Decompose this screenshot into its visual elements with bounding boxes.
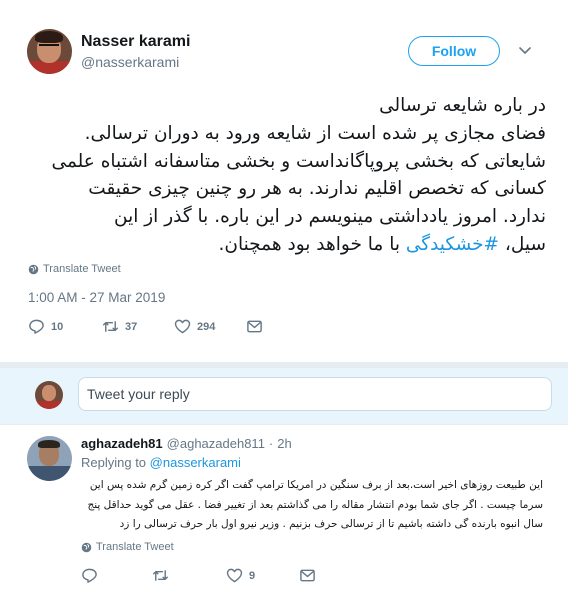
like-action[interactable]: 294 [174,318,215,335]
reply-text: این طبیعت روزهای اخیر است.بعد از برف سنگ… [87,479,543,531]
reply-tweet[interactable]: aghazadeh81 @aghazadeh811 · 2h Replying … [0,425,568,594]
reply-retweet-action[interactable] [152,567,175,584]
hashtag-link[interactable]: #خشکیدگی [406,234,499,255]
reply-icon [82,568,97,583]
tweet-text-end: با ما خواهد بود همچنان. [218,233,406,255]
reply-like-action[interactable]: 9 [226,567,255,584]
reply-input[interactable]: Tweet your reply [78,377,552,411]
author-name[interactable]: Nasser karami [81,33,190,51]
reply-count: 10 [51,320,64,333]
retweet-count: 37 [125,320,138,333]
reply-reply-action[interactable] [81,567,104,584]
chevron-down-icon[interactable] [517,44,533,58]
main-tweet: Nasser karami @nasserkarami Follow در با… [0,0,568,362]
retweet-icon [152,570,169,581]
reply-author-handle[interactable]: @aghazadeh811 [167,436,265,451]
retweet-icon [102,321,119,332]
heart-icon [174,319,191,334]
replying-to-mention[interactable]: @nasserkarami [150,455,241,470]
retweet-action[interactable]: 37 [102,318,137,335]
tweet-timestamp[interactable]: 1:00 AM - 27 Mar 2019 [28,290,165,305]
reply-dot: · [268,436,274,451]
tweet-text: در باره شایعه ترسالی فضای مجازی پر شده ا… [24,92,546,259]
reply-message-action[interactable] [299,567,322,584]
envelope-icon [247,320,262,333]
reply-icon [29,319,44,334]
reply-like-count: 9 [249,569,256,582]
envelope-icon [300,569,315,582]
heart-icon [226,568,243,583]
reply-header: aghazadeh81 @aghazadeh811 · 2h [81,436,292,451]
reply-composer: Tweet your reply [0,368,568,424]
reply-translate-link[interactable]: Translate Tweet [81,541,174,553]
globe-icon [81,542,92,552]
reply-author-avatar[interactable] [27,436,72,481]
author-handle[interactable]: @nasserkarami [81,54,179,70]
replying-to: Replying to @nasserkarami [81,455,241,470]
reply-author-name[interactable]: aghazadeh81 [81,436,163,451]
globe-icon [28,264,39,274]
current-user-avatar [35,381,63,409]
author-avatar[interactable] [27,29,72,74]
message-action[interactable] [246,318,269,335]
reply-action[interactable]: 10 [28,318,63,335]
like-count: 294 [197,320,216,333]
reply-time[interactable]: 2h [277,436,291,451]
replying-to-label: Replying to [81,455,147,470]
follow-button[interactable]: Follow [408,36,500,66]
reply-translate-label: Translate Tweet [96,541,174,553]
tweet-text-body: در باره شایعه ترسالی فضای مجازی پر شده ا… [51,95,546,255]
translate-label: Translate Tweet [43,263,121,275]
translate-tweet-link[interactable]: Translate Tweet [28,263,121,275]
